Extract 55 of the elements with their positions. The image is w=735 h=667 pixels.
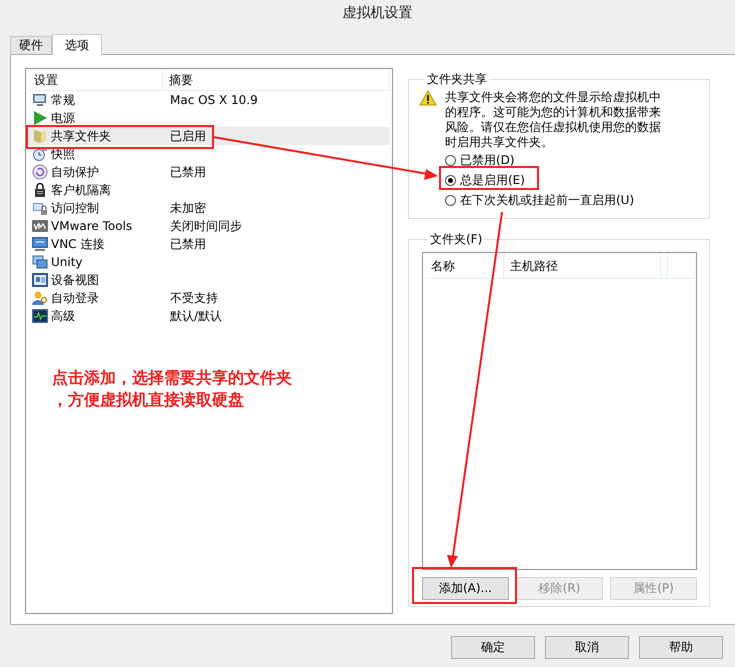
- setting-summary: 未加密: [170, 200, 206, 216]
- dialog-button[interactable]: 取消: [545, 636, 629, 659]
- setting-name[interactable]: VNC 连接: [51, 236, 104, 252]
- device-view-icon: [32, 272, 48, 288]
- setting-name[interactable]: Unity: [51, 255, 83, 269]
- user-key-icon: [32, 290, 48, 306]
- setting-name[interactable]: 共享文件夹: [51, 128, 111, 144]
- setting-summary: 已禁用: [170, 236, 206, 252]
- tab[interactable]: 选项: [52, 34, 102, 55]
- setting-summary: Mac OS X 10.9: [170, 93, 258, 107]
- setting-summary: 已启用: [170, 128, 206, 144]
- folder-icon: [32, 128, 48, 144]
- folder-button[interactable]: 添加(A)...: [422, 577, 509, 600]
- warning-icon: [419, 90, 437, 106]
- refresh-icon: [32, 164, 48, 180]
- radio-button[interactable]: [445, 194, 456, 206]
- tab[interactable]: 硬件: [10, 36, 52, 54]
- monitor-icon: [32, 92, 48, 108]
- radio-option[interactable]: 总是启用(E): [445, 170, 699, 190]
- vm-logo-icon: [32, 218, 48, 234]
- setting-name[interactable]: 自动保护: [51, 164, 99, 180]
- warning-text: 共享文件夹会将您的文件显示给虚拟机中的程序。这可能为您的计算机和数据带来风险。请仅在您信任虚拟机使用您的数据时启用共享文件夹。: [445, 90, 662, 150]
- setting-summary: 关闭时间同步: [170, 218, 242, 234]
- setting-summary: 不受支持: [170, 290, 218, 306]
- lock-icon: [32, 182, 48, 198]
- radio-option[interactable]: 在下次关机或挂起前一直启用(U): [445, 190, 699, 210]
- column-header[interactable]: 名称: [425, 254, 504, 278]
- setting-summary: 已禁用: [170, 164, 206, 180]
- monitor-icon: [32, 236, 48, 252]
- dialog-button[interactable]: 帮助: [639, 636, 723, 659]
- setting-name[interactable]: 访问控制: [51, 200, 99, 216]
- setting-name[interactable]: 高级: [51, 308, 75, 324]
- setting-name[interactable]: VMware Tools: [51, 219, 132, 233]
- window-icon: [32, 254, 48, 270]
- window-title: 虚拟机设置: [342, 4, 412, 22]
- dialog-button[interactable]: 确定: [451, 636, 535, 659]
- group-title: 文件夹(F): [429, 231, 484, 248]
- computer-lock-icon: [32, 200, 48, 216]
- radio-button[interactable]: [445, 154, 456, 166]
- setting-name[interactable]: 自动登录: [51, 290, 99, 306]
- annotation-text: ，方便虚拟机直接读取硬盘: [52, 389, 245, 411]
- radio-button[interactable]: [445, 174, 456, 186]
- setting-name[interactable]: 客户机隔离: [51, 182, 111, 198]
- setting-name[interactable]: 常规: [51, 92, 75, 108]
- radio-option[interactable]: 已禁用(D): [445, 150, 699, 170]
- waveform-icon: [32, 308, 48, 324]
- clock-icon: [32, 146, 48, 162]
- annotation-text: 点击添加，选择需要共享的文件夹: [52, 367, 292, 389]
- group-title: 文件夹共享: [426, 71, 488, 88]
- column-header[interactable]: 主机路径: [504, 254, 661, 278]
- column-header[interactable]: 设置: [28, 70, 163, 90]
- setting-name[interactable]: 设备视图: [51, 272, 99, 288]
- setting-name[interactable]: 电源: [51, 110, 75, 126]
- column-header[interactable]: 摘要: [163, 70, 390, 90]
- setting-summary: 默认/默认: [170, 308, 222, 324]
